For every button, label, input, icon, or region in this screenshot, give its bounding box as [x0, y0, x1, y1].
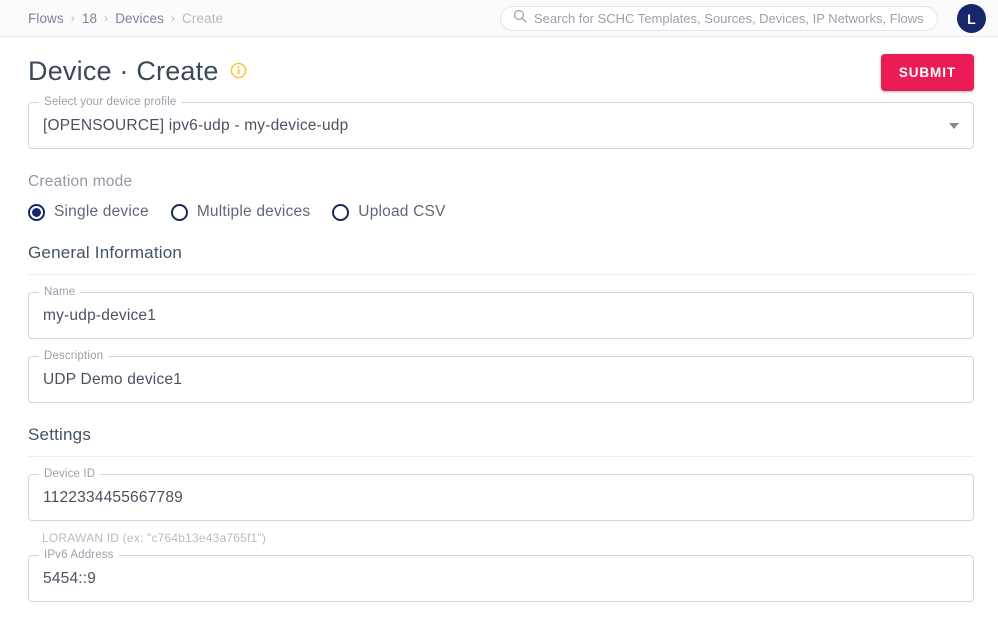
radio-multiple-devices[interactable]: Multiple devices	[170, 203, 311, 221]
radio-indicator[interactable]	[170, 203, 188, 221]
radio-upload-csv[interactable]: Upload CSV	[332, 203, 445, 221]
section-title-settings: Settings	[28, 425, 92, 444]
search-icon	[513, 9, 527, 28]
ipv6-address-field[interactable]: IPv6 Address	[28, 549, 974, 602]
breadcrumb-item-devices[interactable]: Devices	[115, 11, 164, 26]
description-field-legend: Description	[39, 350, 109, 363]
search-input[interactable]	[534, 11, 925, 26]
search-box[interactable]	[500, 6, 938, 31]
section-divider	[28, 456, 974, 457]
device-id-hint: LORAWAN ID (ex: "c764b13e43a765f1")	[42, 531, 267, 545]
top-bar: Flows › 18 › Devices › Create L	[0, 0, 998, 37]
breadcrumb-separator: ›	[70, 11, 75, 25]
section-divider	[28, 274, 974, 275]
radio-indicator[interactable]	[332, 203, 350, 221]
creation-mode-label: Creation mode	[28, 173, 133, 190]
device-id-input[interactable]	[43, 488, 959, 507]
page-title: Device · Create	[28, 55, 219, 86]
avatar-initial: L	[967, 10, 976, 27]
radio-indicator-selected[interactable]	[28, 203, 45, 221]
radio-single-device[interactable]: Single device	[28, 203, 149, 221]
name-field-legend: Name	[39, 286, 81, 299]
ipv6-address-field-legend: IPv6 Address	[39, 549, 119, 562]
ipv6-address-input[interactable]	[43, 569, 959, 588]
radio-label-multiple-devices: Multiple devices	[196, 203, 311, 220]
avatar[interactable]: L	[957, 4, 986, 33]
breadcrumb-item-flows[interactable]: Flows	[28, 11, 64, 26]
device-id-field-legend: Device ID	[39, 468, 101, 481]
breadcrumb: Flows › 18 › Devices › Create	[28, 11, 223, 26]
chevron-down-icon[interactable]	[949, 122, 959, 129]
breadcrumb-item-18[interactable]: 18	[82, 11, 97, 26]
device-id-field[interactable]: Device ID	[28, 468, 974, 521]
creation-mode-radio-group: Single device Multiple devices Upload CS…	[28, 203, 974, 221]
description-field[interactable]: Description	[28, 350, 974, 403]
radio-label-single-device: Single device	[54, 203, 149, 220]
breadcrumb-item-create: Create	[182, 10, 224, 26]
device-profile-value: [OPENSOURCE] ipv6-udp - my-device-udp	[43, 116, 349, 134]
page-content: Device · Create SUBMIT Select your devic…	[0, 37, 998, 602]
device-profile-legend: Select your device profile	[39, 96, 182, 109]
name-input[interactable]	[43, 306, 959, 325]
page-title-row: Device · Create SUBMIT	[28, 37, 974, 91]
submit-button[interactable]: SUBMIT	[880, 53, 974, 91]
breadcrumb-separator: ›	[104, 11, 109, 25]
breadcrumb-separator: ›	[170, 11, 176, 25]
name-field[interactable]: Name	[28, 286, 974, 339]
device-profile-select[interactable]: Select your device profile [OPENSOURCE] …	[28, 96, 974, 149]
radio-label-upload-csv: Upload CSV	[358, 203, 446, 220]
info-icon[interactable]	[230, 62, 247, 84]
section-title-general-information: General Information	[28, 243, 183, 262]
description-input[interactable]	[43, 370, 959, 389]
